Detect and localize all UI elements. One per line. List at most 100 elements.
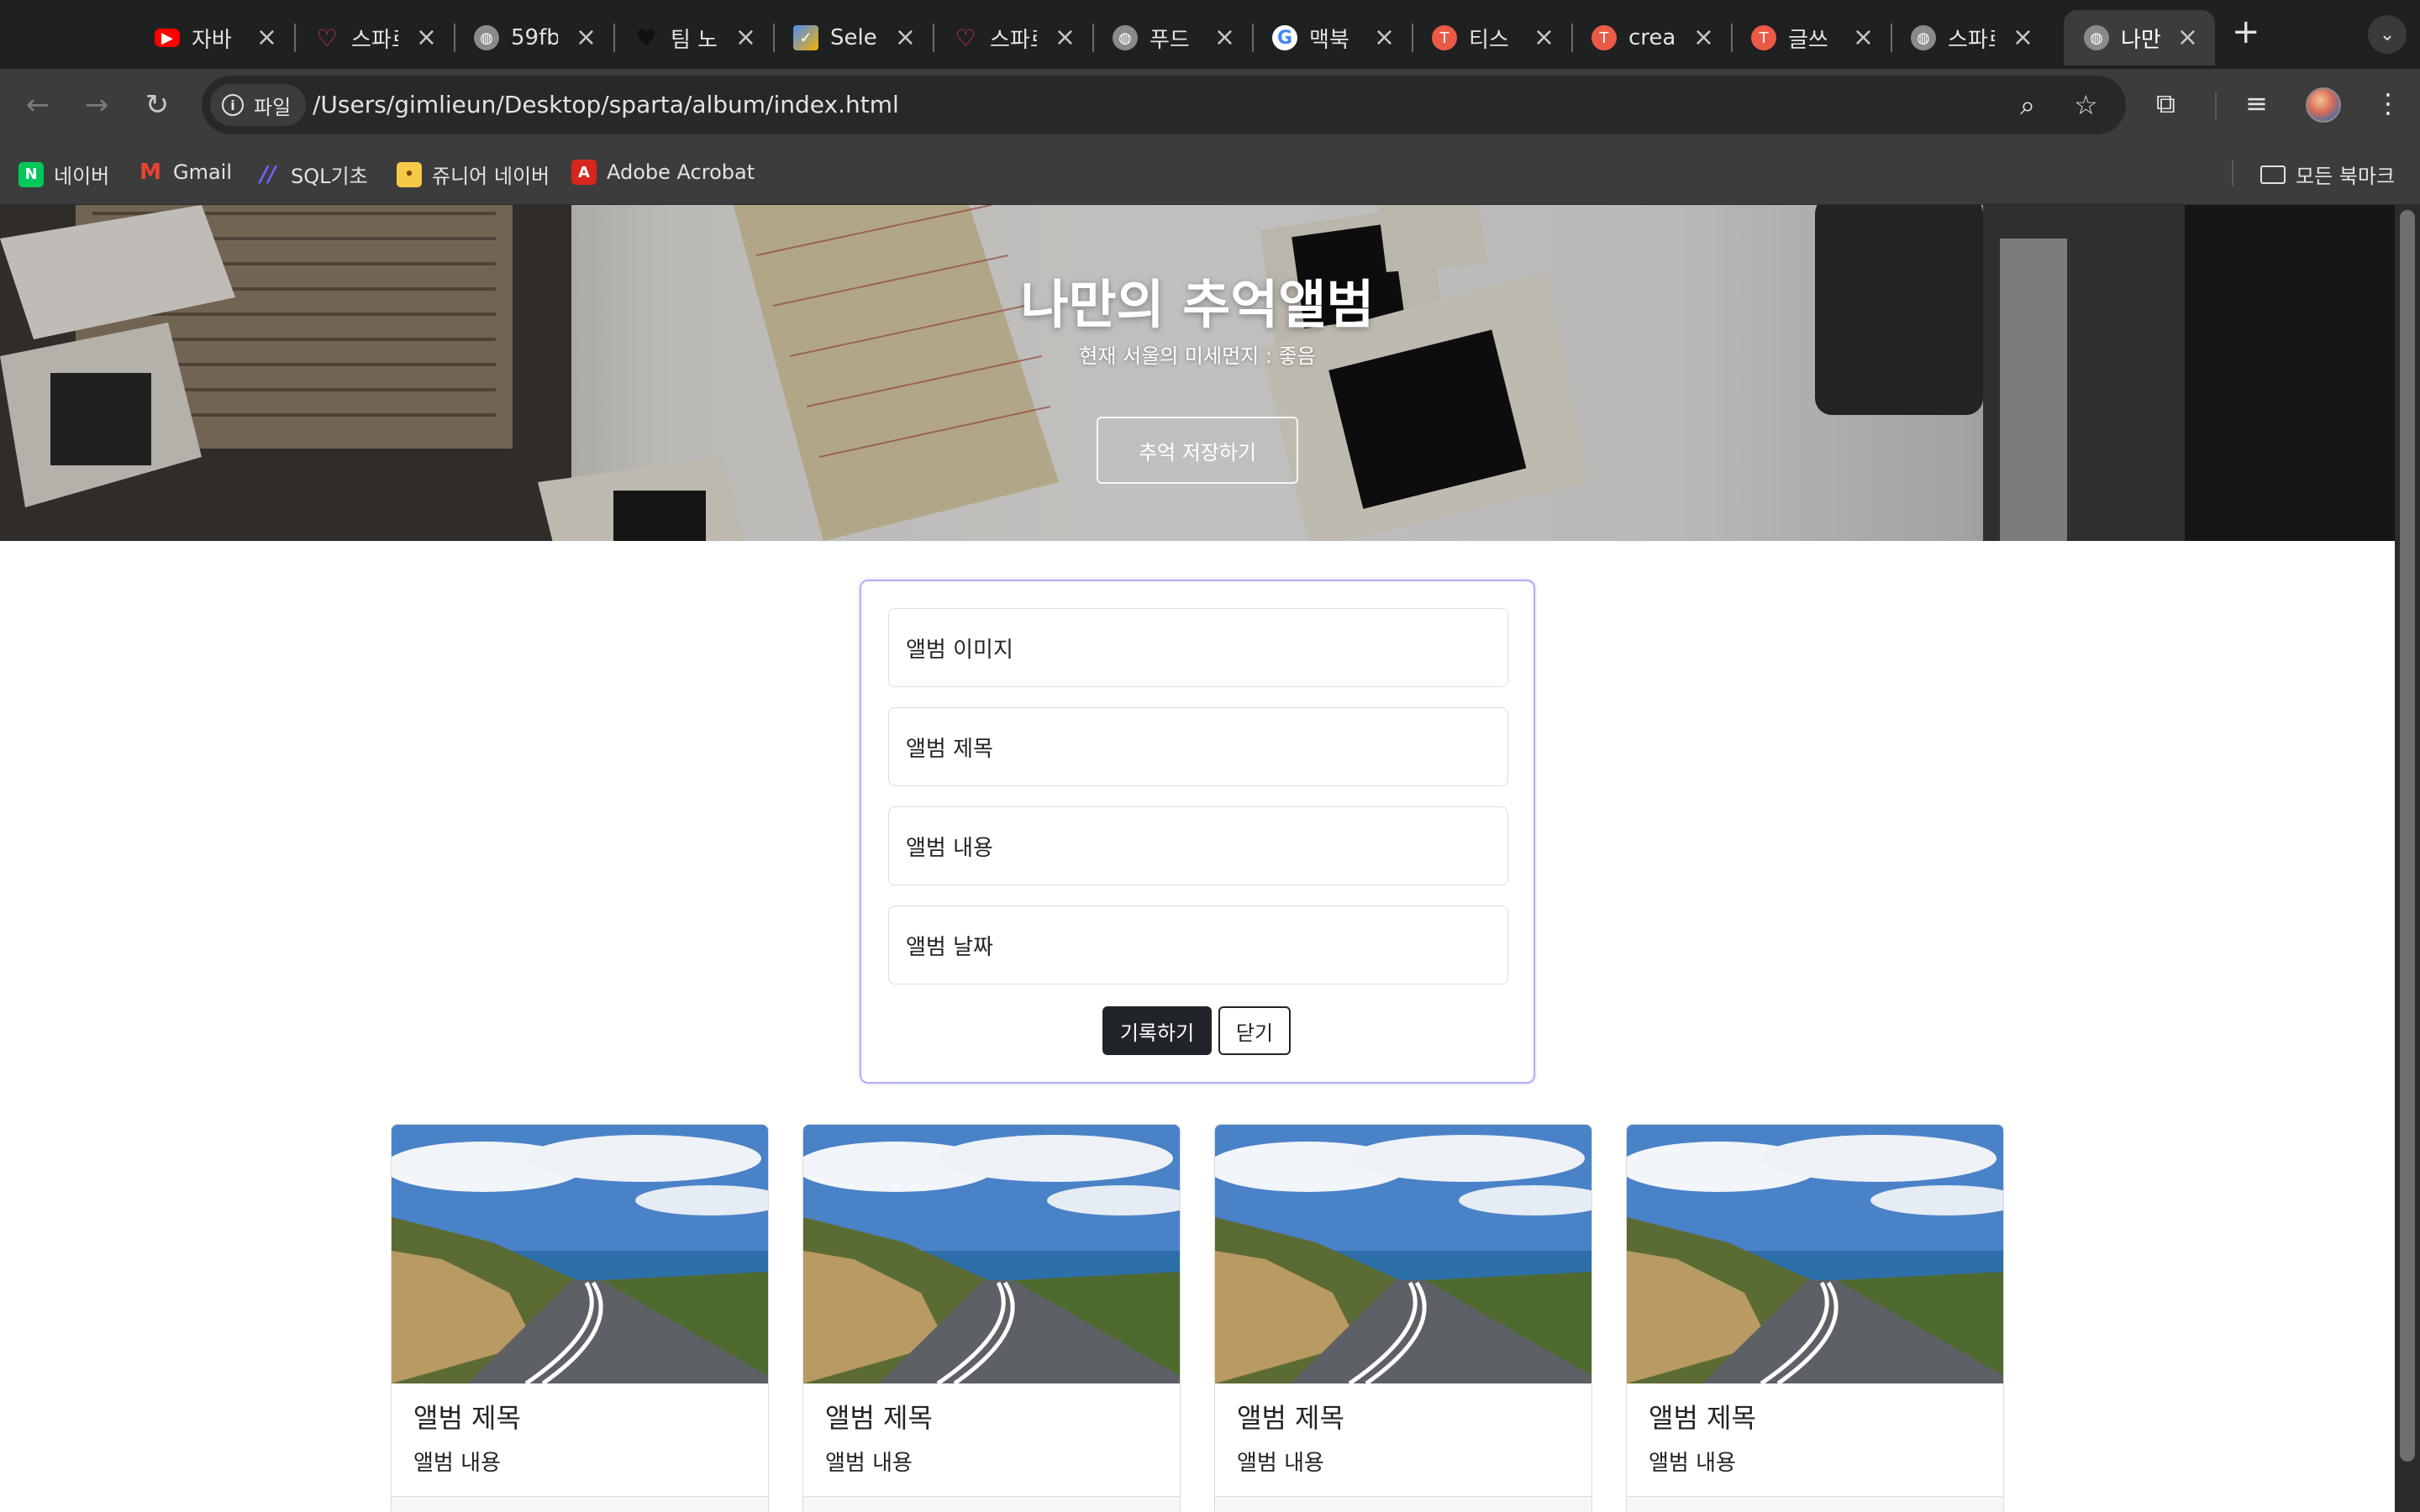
media-queue-icon[interactable]: ≡	[2245, 87, 2268, 119]
naver-icon: N	[18, 161, 44, 187]
tab-title: 푸드	[1150, 27, 1190, 53]
close-icon[interactable]: ×	[735, 25, 756, 50]
extensions-icon[interactable]: ⧉	[2156, 87, 2175, 120]
more-menu-icon[interactable]: ⋮	[2375, 87, 2402, 119]
browser-tab[interactable]: ♡ 스파르 ×	[933, 10, 1092, 66]
album-card[interactable]: 앨범 제목 앨범 내용	[391, 1124, 769, 1512]
close-form-button[interactable]: 닫기	[1218, 1006, 1291, 1055]
gmail-icon: M	[139, 160, 161, 185]
save-memory-button[interactable]: 추억 저장하기	[1097, 417, 1298, 484]
info-icon: i	[222, 94, 244, 116]
tab-divider	[294, 24, 296, 52]
browser-tab[interactable]: T crea ×	[1571, 10, 1731, 66]
tistory-icon: T	[1591, 25, 1617, 50]
album-card[interactable]: 앨범 제목 앨범 내용	[1626, 1124, 2004, 1512]
bookmark-label: 쥬니어 네이버	[432, 165, 550, 188]
album-card-title: 앨범 제목	[1237, 1402, 1344, 1434]
browser-tab[interactable]: G 맥북 ×	[1252, 10, 1412, 66]
tab-title: 스파르	[351, 27, 398, 53]
google-icon: G	[1272, 25, 1297, 50]
browser-tab[interactable]: ◍ 푸드 ×	[1092, 10, 1252, 66]
tab-divider	[1731, 24, 1733, 52]
album-title-input[interactable]: 앨범 제목	[888, 707, 1508, 786]
address-bar[interactable]: i 파일 /Users/gimlieun/Desktop/sparta/albu…	[202, 76, 2126, 134]
bookmark-junior-naver[interactable]: • 쥬니어 네이버	[397, 160, 550, 189]
scrollbar-thumb[interactable]	[2400, 210, 2415, 1462]
bookmarks-bar: N 네이버 M Gmail // SQL기초 • 쥬니어 네이버 A Adobe…	[0, 141, 2420, 205]
sparta-heart-icon: ♡	[955, 24, 976, 52]
bookmark-sql[interactable]: // SQL기초	[255, 160, 368, 189]
tab-title: 나만	[2121, 27, 2161, 53]
bookmark-gmail[interactable]: M Gmail	[138, 160, 232, 185]
close-icon[interactable]: ×	[416, 25, 437, 50]
globe-icon: ◍	[474, 25, 499, 50]
tab-divider	[773, 24, 775, 52]
zoom-icon[interactable]: ⌕	[2020, 89, 2035, 122]
tab-strip: ▶ 자바 × ♡ 스파르 × ◍ 59fb × ♥ 팀 노 × ✓ Sele ×…	[0, 0, 2420, 69]
tab-title: crea	[1628, 25, 1676, 50]
acrobat-icon: A	[571, 160, 597, 185]
junior-naver-icon: •	[397, 161, 422, 187]
browser-tab[interactable]: ◍ 59fb ×	[454, 10, 613, 66]
tab-divider	[1891, 24, 1892, 52]
profile-avatar[interactable]	[2306, 87, 2341, 123]
submit-record-button[interactable]: 기록하기	[1102, 1006, 1212, 1055]
album-card[interactable]: 앨범 제목 앨범 내용	[1214, 1124, 1592, 1512]
reload-icon[interactable]: ↻	[138, 86, 176, 124]
forward-arrow-icon[interactable]: →	[77, 86, 116, 124]
tab-title: 자바	[192, 27, 232, 53]
tab-title: 티스	[1469, 27, 1509, 53]
browser-tab[interactable]: ▶ 자바 ×	[134, 10, 294, 66]
browser-tab[interactable]: ✓ Sele ×	[773, 10, 933, 66]
close-icon[interactable]: ×	[1374, 25, 1395, 50]
album-form: 앨범 이미지 앨범 제목 앨범 내용 앨범 날짜 기록하기 닫기	[860, 580, 1535, 1084]
new-tab-button[interactable]: +	[2232, 15, 2260, 49]
browser-tab[interactable]: T 티스 ×	[1412, 10, 1571, 66]
album-card-image	[1215, 1125, 1591, 1383]
close-icon[interactable]: ×	[2177, 25, 2198, 50]
site-info-chip[interactable]: i 파일	[210, 84, 307, 126]
close-icon[interactable]: ×	[1853, 25, 1874, 50]
bookmark-label: Adobe Acrobat	[607, 160, 755, 184]
url-text[interactable]: /Users/gimlieun/Desktop/sparta/album/ind…	[313, 91, 899, 118]
close-icon[interactable]: ×	[1693, 25, 1714, 50]
tab-divider	[454, 24, 455, 52]
page-scrollbar[interactable]	[2395, 205, 2420, 1512]
bookmark-adobe-acrobat[interactable]: A Adobe Acrobat	[571, 160, 755, 185]
browser-tab[interactable]: ♥ 팀 노 ×	[613, 10, 773, 66]
close-icon[interactable]: ×	[895, 25, 916, 50]
all-bookmarks-button[interactable]: 모든 북마크	[2260, 160, 2395, 189]
close-icon[interactable]: ×	[256, 25, 277, 50]
close-icon[interactable]: ×	[576, 25, 597, 50]
page-viewport: 나만의 추억앨범 현재 서울의 미세먼지 : 좋음 추억 저장하기 앨범 이미지…	[0, 205, 2395, 1512]
browser-tab[interactable]: T 글쓰 ×	[1731, 10, 1891, 66]
browser-tab[interactable]: ◍ 스파르 ×	[1891, 10, 2050, 66]
tab-divider	[933, 24, 934, 52]
album-card-footer	[1215, 1496, 1591, 1512]
album-image-input[interactable]: 앨범 이미지	[888, 608, 1508, 687]
close-icon[interactable]: ×	[1214, 25, 1235, 50]
album-card-content: 앨범 내용	[1649, 1451, 1736, 1476]
album-card-image	[1627, 1125, 2003, 1383]
album-card-footer	[803, 1496, 1180, 1512]
bookmark-star-icon[interactable]: ☆	[2074, 89, 2098, 121]
globe-icon: ◍	[2084, 25, 2109, 50]
album-content-input[interactable]: 앨범 내용	[888, 806, 1508, 885]
browser-tab[interactable]: ♡ 스파르 ×	[294, 10, 454, 66]
bookmarks-divider	[2232, 160, 2233, 186]
folder-icon	[2260, 165, 2286, 184]
back-arrow-icon[interactable]: ←	[18, 86, 57, 124]
browser-tab-active[interactable]: ◍ 나만 ×	[2064, 10, 2215, 66]
tistory-icon: T	[1432, 25, 1457, 50]
tab-divider	[1412, 24, 1413, 52]
hero-banner: 나만의 추억앨범 현재 서울의 미세먼지 : 좋음 추억 저장하기	[0, 205, 2395, 541]
album-date-input[interactable]: 앨범 날짜	[888, 906, 1508, 984]
close-icon[interactable]: ×	[1534, 25, 1555, 50]
album-card-image	[803, 1125, 1180, 1383]
close-icon[interactable]: ×	[2012, 25, 2033, 50]
close-icon[interactable]: ×	[1055, 25, 1076, 50]
bookmark-label: Gmail	[173, 160, 233, 184]
album-card[interactable]: 앨범 제목 앨범 내용	[802, 1124, 1181, 1512]
bookmark-naver[interactable]: N 네이버	[18, 160, 109, 189]
tab-search-chevron-icon[interactable]: ⌄	[2368, 15, 2407, 54]
